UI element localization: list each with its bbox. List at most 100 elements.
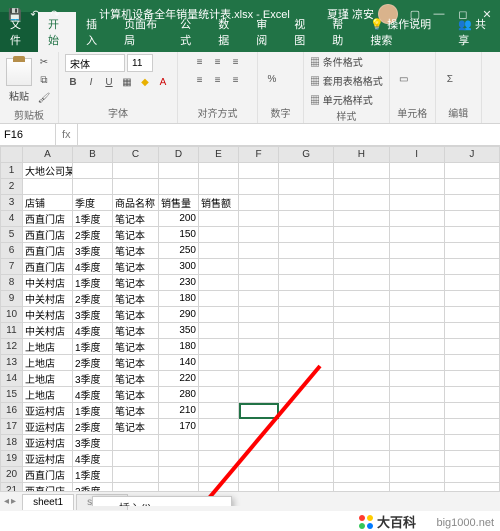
cell[interactable] (279, 179, 334, 195)
cell[interactable] (334, 451, 389, 467)
cell[interactable] (199, 435, 239, 451)
cell[interactable]: 350 (159, 323, 199, 339)
cell[interactable] (334, 227, 389, 243)
border-button[interactable]: ▦ (119, 74, 135, 90)
cell[interactable] (159, 179, 199, 195)
sort-icon[interactable]: Σ (442, 71, 458, 87)
cell[interactable] (334, 387, 389, 403)
row-header[interactable]: 4 (1, 211, 23, 227)
ribbon-options-icon[interactable]: ▢ (408, 7, 422, 21)
cell[interactable]: 笔记本 (113, 387, 159, 403)
cell[interactable] (279, 259, 334, 275)
cell[interactable] (444, 371, 499, 387)
cell[interactable] (334, 307, 389, 323)
copy-icon[interactable]: ⧉ (36, 72, 52, 88)
cell[interactable] (389, 419, 444, 435)
cell[interactable] (444, 355, 499, 371)
row-header[interactable]: 15 (1, 387, 23, 403)
cell[interactable] (279, 227, 334, 243)
row-header[interactable]: 12 (1, 339, 23, 355)
font-color-button[interactable]: A (155, 74, 171, 90)
row-header[interactable]: 11 (1, 323, 23, 339)
col-header-I[interactable]: I (389, 147, 444, 163)
redo-icon[interactable]: ↷ (48, 7, 62, 21)
cell[interactable] (444, 387, 499, 403)
tab-data[interactable]: 数据 (208, 12, 246, 52)
row-header[interactable]: 2 (1, 179, 23, 195)
cell[interactable] (279, 419, 334, 435)
cell[interactable]: 亚运村店 (23, 435, 73, 451)
cell[interactable] (199, 371, 239, 387)
cell[interactable] (159, 163, 199, 179)
cell[interactable] (239, 435, 279, 451)
align-mid-icon[interactable]: ≡ (210, 54, 226, 70)
cell[interactable]: 290 (159, 307, 199, 323)
align-left-icon[interactable]: ≡ (192, 72, 208, 88)
cell[interactable] (334, 211, 389, 227)
col-header-E[interactable]: E (199, 147, 239, 163)
cell[interactable] (113, 451, 159, 467)
cell[interactable]: 4季度 (73, 451, 113, 467)
cell[interactable] (199, 403, 239, 419)
sheet-tab-1[interactable]: sheet1 (22, 494, 74, 510)
cell[interactable] (334, 435, 389, 451)
cell[interactable] (199, 275, 239, 291)
cell[interactable]: 笔记本 (113, 419, 159, 435)
cell[interactable] (113, 163, 159, 179)
cell[interactable]: 180 (159, 339, 199, 355)
cell[interactable]: 上地店 (23, 339, 73, 355)
cell[interactable] (389, 339, 444, 355)
cell[interactable] (73, 163, 113, 179)
cell[interactable] (334, 467, 389, 483)
cell[interactable] (239, 275, 279, 291)
cell[interactable]: 亚运村店 (23, 403, 73, 419)
cell[interactable]: 140 (159, 355, 199, 371)
cell[interactable]: 210 (159, 403, 199, 419)
cell[interactable] (279, 387, 334, 403)
cell[interactable] (279, 355, 334, 371)
cell[interactable]: 笔记本 (113, 403, 159, 419)
cell[interactable]: 亚运村店 (23, 451, 73, 467)
cell[interactable] (334, 371, 389, 387)
cell[interactable] (239, 467, 279, 483)
bold-button[interactable]: B (65, 74, 81, 90)
cell[interactable]: 2季度 (73, 291, 113, 307)
cell[interactable]: 季度 (73, 195, 113, 211)
col-header-G[interactable]: G (279, 147, 334, 163)
cell[interactable] (444, 243, 499, 259)
cell[interactable] (279, 195, 334, 211)
cell[interactable] (444, 419, 499, 435)
cell[interactable] (239, 307, 279, 323)
worksheet-grid[interactable]: ABCDEFGHIJ1大地公司某品牌计算机设备全年销量统计表23店铺季度商品名称… (0, 146, 500, 506)
tab-review[interactable]: 审阅 (246, 12, 284, 52)
cell[interactable] (239, 419, 279, 435)
cell[interactable] (279, 323, 334, 339)
autosave-icon[interactable]: 💾 (8, 7, 22, 21)
cell[interactable]: 2季度 (73, 227, 113, 243)
row-header[interactable]: 6 (1, 243, 23, 259)
cell[interactable] (199, 467, 239, 483)
row-header[interactable]: 1 (1, 163, 23, 179)
cell[interactable] (444, 339, 499, 355)
select-all-cell[interactable] (1, 147, 23, 163)
cell[interactable] (159, 435, 199, 451)
row-header[interactable]: 17 (1, 419, 23, 435)
cell[interactable]: 西直门店 (23, 211, 73, 227)
cell[interactable] (279, 163, 334, 179)
cell[interactable] (334, 355, 389, 371)
cell[interactable] (389, 307, 444, 323)
close-icon[interactable]: ✕ (480, 7, 494, 21)
cell[interactable]: 280 (159, 387, 199, 403)
cell[interactable]: 上地店 (23, 355, 73, 371)
cell[interactable] (199, 307, 239, 323)
align-center-icon[interactable]: ≡ (210, 72, 226, 88)
cell[interactable]: 笔记本 (113, 275, 159, 291)
cell[interactable] (279, 371, 334, 387)
cell[interactable] (113, 435, 159, 451)
cell[interactable]: 笔记本 (113, 227, 159, 243)
cell[interactable]: 3季度 (73, 243, 113, 259)
cell[interactable] (239, 179, 279, 195)
cell[interactable] (444, 467, 499, 483)
tab-view[interactable]: 视图 (284, 12, 322, 52)
col-header-D[interactable]: D (159, 147, 199, 163)
